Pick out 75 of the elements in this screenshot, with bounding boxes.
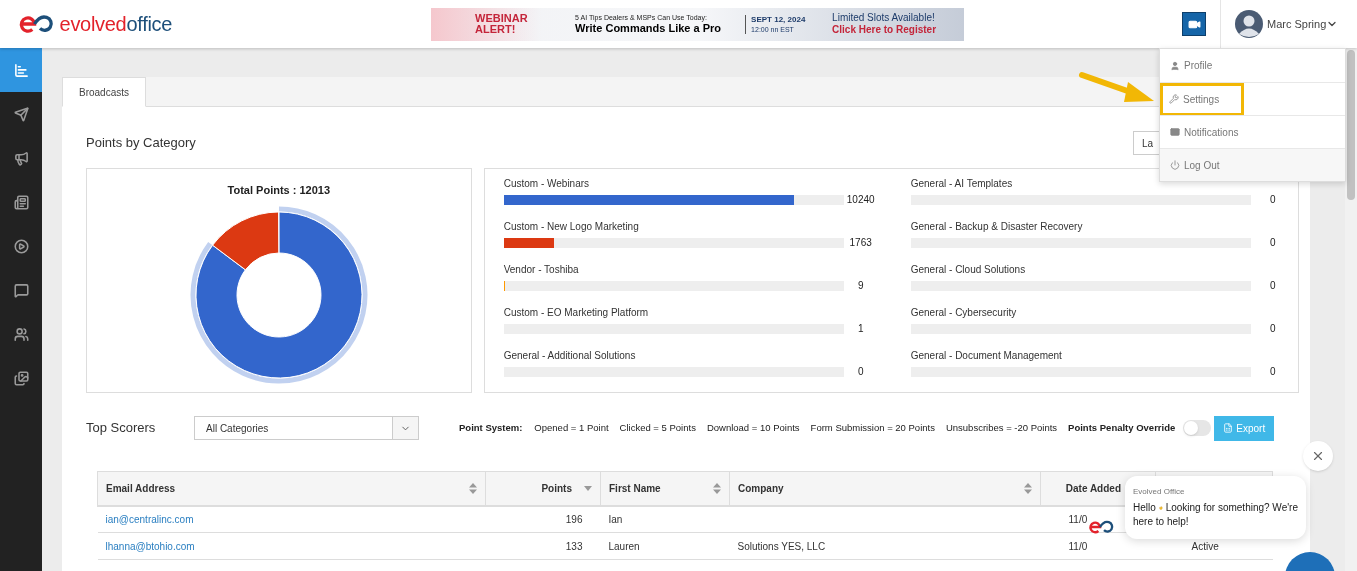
- play-icon: [13, 238, 29, 254]
- table-cell: Solutions YES, LLC: [737, 540, 826, 552]
- category-value: 0: [1269, 193, 1276, 207]
- spreadsheet-icon: [1223, 423, 1234, 433]
- menu-item[interactable]: Settings: [1160, 82, 1244, 116]
- category-label: Custom - EO Marketing Platform: [503, 306, 650, 320]
- user-menu-button[interactable]: Marc Spring: [1267, 15, 1339, 33]
- column-header[interactable]: Points: [485, 471, 601, 506]
- table-cell: Active: [1191, 540, 1219, 552]
- banner-date: SEPT 12, 2024: [751, 14, 807, 25]
- table-cell: 11/0: [1068, 540, 1088, 552]
- point-rule: Unsubscribes = -20 Points: [945, 420, 1058, 435]
- category-value: 0: [1269, 322, 1276, 336]
- category-value: 9: [856, 279, 865, 293]
- point-rule: Clicked = 5 Points: [619, 420, 696, 435]
- power-icon: [1170, 160, 1180, 170]
- category-label: Custom - Webinars: [503, 177, 591, 191]
- category-label: General - Cybersecurity: [910, 306, 1018, 320]
- tab[interactable]: Broadcasts: [62, 77, 147, 107]
- images-icon: [13, 370, 29, 386]
- penalty-override-label: Points Penalty Override: [1068, 420, 1176, 435]
- table-cell: 11/0: [1068, 513, 1088, 525]
- users-icon: [13, 326, 29, 342]
- user-icon: [1170, 60, 1180, 71]
- category-value: 10240: [845, 193, 876, 207]
- email-link[interactable]: lhanna@btohio.com: [105, 540, 195, 552]
- column-header[interactable]: Email Address: [97, 471, 486, 506]
- section-title: Top Scorers: [86, 419, 157, 438]
- category-value: 0: [1269, 279, 1276, 293]
- chat-message-line: Looking for something? We're: [1165, 501, 1298, 515]
- category-label: Custom - New Logo Marketing: [503, 220, 640, 234]
- table-cell: Lauren: [608, 540, 640, 552]
- table-cell: 196: [565, 513, 583, 525]
- banner-cta: Click Here to Register: [832, 24, 937, 36]
- point-rule: Form Submission = 20 Points: [810, 420, 935, 435]
- chat-icon: [13, 282, 29, 298]
- banner-note: Limited Slots Available!: [832, 12, 936, 24]
- point-rule: Download = 10 Points: [706, 420, 800, 435]
- column-header[interactable]: Company: [729, 471, 1041, 506]
- category-label: General - AI Templates: [910, 177, 1014, 191]
- category-label: General - Backup & Disaster Recovery: [910, 220, 1084, 234]
- chat-message-line: here to help!: [1133, 515, 1189, 529]
- chart-title: Total Points : 12013: [227, 183, 331, 198]
- category-value: 1: [856, 322, 865, 336]
- category-select[interactable]: All Categories: [194, 416, 419, 440]
- close-icon: [1311, 449, 1325, 463]
- category-label: General - Document Management: [910, 349, 1063, 363]
- menu-item[interactable]: Notifications: [1160, 115, 1239, 149]
- column-header[interactable]: First Name: [600, 471, 730, 506]
- category-label: General - Cloud Solutions: [910, 263, 1027, 277]
- table-cell: Ian: [608, 513, 623, 525]
- newspaper-icon: [13, 194, 29, 210]
- category-label: Vendor - Toshiba: [503, 263, 580, 277]
- point-system-label: Point System:: [459, 420, 523, 435]
- banner-title: Write Commands Like a Pro: [575, 21, 722, 35]
- menu-item[interactable]: Profile: [1160, 49, 1213, 82]
- megaphone-icon: [13, 150, 29, 166]
- penalty-toggle[interactable]: [1183, 420, 1212, 436]
- logo-wordmark[interactable]: evolvedoffice: [59, 9, 173, 39]
- category-value: 0: [1269, 236, 1276, 250]
- email-link[interactable]: ian@centralinc.com: [105, 513, 194, 525]
- video-button[interactable]: [1182, 12, 1206, 36]
- avatar-icon: [1235, 10, 1263, 38]
- point-rule: Opened = 1 Point: [534, 420, 609, 435]
- category-label: General - Additional Solutions: [503, 349, 637, 363]
- section-title: Points by Category: [86, 134, 196, 153]
- bar-chart-icon: [13, 62, 29, 78]
- scrollbar[interactable]: [1345, 48, 1357, 571]
- category-value: 0: [856, 365, 865, 379]
- paper-plane-icon: [13, 106, 29, 122]
- table-cell: 133: [565, 540, 583, 552]
- category-value: 0: [1269, 365, 1276, 379]
- category-value: 1763: [848, 236, 873, 250]
- sidebar-item[interactable]: [0, 48, 42, 92]
- wrench-icon: [1169, 94, 1179, 104]
